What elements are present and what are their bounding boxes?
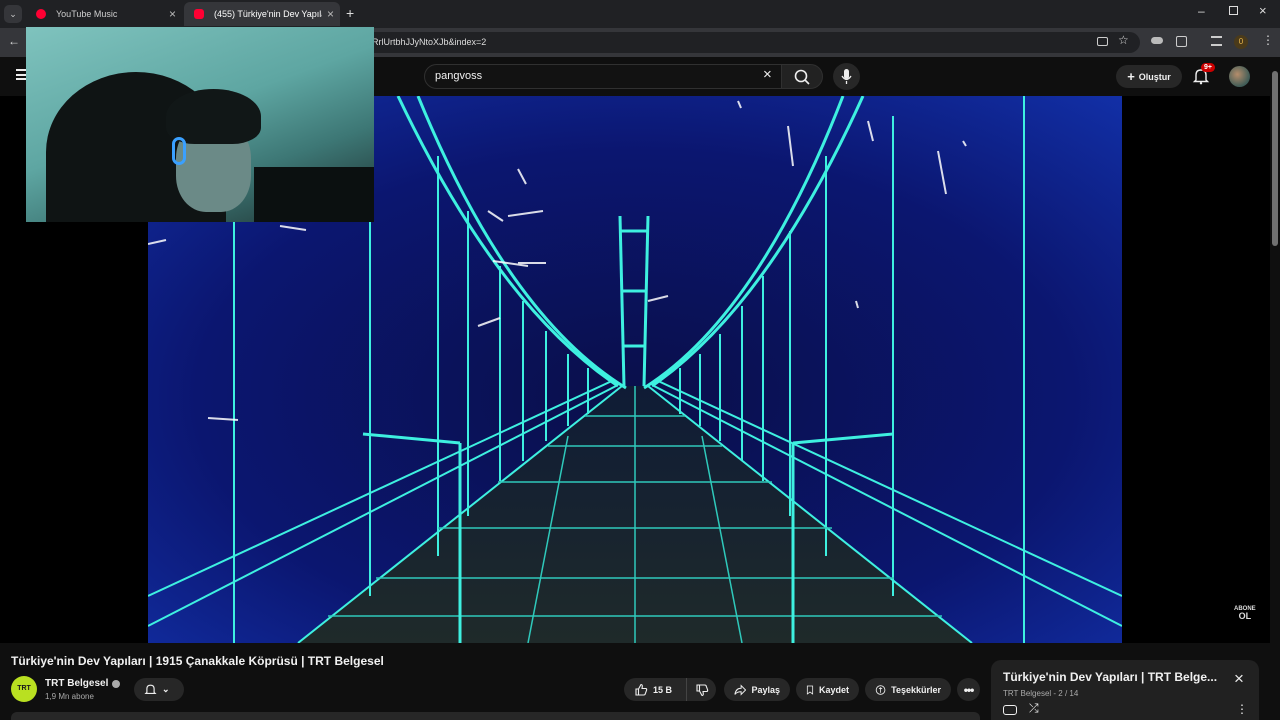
notifications-badge: 9+: [1201, 63, 1215, 72]
extensions-icon[interactable]: [1176, 36, 1187, 47]
thumbs-down-icon: [695, 683, 708, 696]
clear-search-icon[interactable]: ×: [763, 66, 772, 83]
channel-avatar[interactable]: TRT: [11, 676, 37, 702]
voice-search-button[interactable]: [833, 63, 860, 90]
super-thanks-icon: [875, 684, 886, 695]
watermark-line2: OL: [1238, 611, 1252, 621]
share-label: Paylaş: [751, 684, 780, 695]
loop-icon[interactable]: [1003, 705, 1017, 715]
bookmark-icon: [806, 685, 814, 695]
incognito-icon[interactable]: [1151, 37, 1163, 44]
thanks-label: Teşekkürler: [891, 684, 941, 695]
like-button[interactable]: 15 B: [624, 678, 686, 701]
webcam-hair: [166, 89, 261, 144]
search-input[interactable]: pangvoss: [424, 64, 782, 89]
dislike-button[interactable]: [686, 678, 716, 701]
create-label: Oluştur: [1138, 71, 1171, 82]
channel-name[interactable]: TRT Belgesel: [45, 678, 121, 689]
webcam-overlay: [26, 27, 374, 222]
video-title: Türkiye'nin Dev Yapıları | 1915 Çanakkal…: [11, 654, 384, 668]
playlist-menu-icon[interactable]: ⋮: [1236, 702, 1248, 716]
tab-title: (455) Türkiye'nin Dev Yapıları |: [214, 9, 322, 19]
channel-avatar-text: TRT: [17, 685, 31, 692]
close-icon[interactable]: ×: [327, 7, 334, 21]
save-button[interactable]: Kaydet: [796, 678, 859, 701]
more-actions-button[interactable]: •••: [957, 678, 980, 701]
avatar[interactable]: [1229, 66, 1250, 87]
playlist-panel: Türkiye'nin Dev Yapıları | TRT Belge... …: [991, 660, 1259, 720]
microphone-icon: [841, 69, 852, 84]
webcam-background-shelf: [254, 167, 374, 222]
chevron-down-icon: ⌄: [162, 684, 170, 694]
subscription-bell-button[interactable]: ⌄: [134, 678, 184, 701]
restore-button[interactable]: [1229, 6, 1238, 15]
shuffle-icon[interactable]: ⤮: [1029, 701, 1039, 716]
tab-list-button[interactable]: ⌄: [4, 5, 22, 23]
scroll-thumb[interactable]: [1272, 71, 1278, 246]
more-horizontal-icon: •••: [963, 682, 975, 697]
close-icon[interactable]: ×: [169, 7, 176, 21]
headset-light: [172, 137, 186, 165]
close-playlist-icon[interactable]: ×: [1234, 669, 1244, 689]
tab-youtube-music[interactable]: YouTube Music ×: [26, 2, 182, 26]
thanks-button[interactable]: Teşekkürler: [865, 678, 951, 701]
search-button[interactable]: [781, 64, 823, 89]
create-button[interactable]: + Oluştur: [1116, 65, 1182, 88]
install-app-icon[interactable]: [1097, 37, 1108, 46]
youtube-icon: [194, 9, 204, 19]
thumbs-up-icon: [635, 683, 648, 696]
description-box-edge: [11, 712, 980, 720]
address-bar[interactable]: RrlUrtbhJJyNtoXJb&index=2: [360, 32, 1140, 53]
media-control-icon[interactable]: [1211, 36, 1222, 46]
browser-tab-bar: ⌄ YouTube Music × (455) Türkiye'nin Dev …: [0, 0, 1280, 28]
search-value: pangvoss: [435, 70, 483, 82]
verified-icon: [112, 679, 121, 688]
minimize-button[interactable]: –: [1198, 4, 1205, 18]
channel-name-text: TRT Belgesel: [45, 678, 109, 689]
url-text: RrlUrtbhJJyNtoXJb&index=2: [372, 37, 487, 47]
share-button[interactable]: Paylaş: [724, 678, 790, 701]
back-button[interactable]: ←: [8, 34, 20, 48]
tab-title: YouTube Music: [56, 9, 118, 19]
search-icon: [794, 69, 810, 85]
notifications-button[interactable]: 9+: [1192, 63, 1215, 87]
new-tab-button[interactable]: +: [346, 5, 354, 21]
bell-icon: [144, 684, 157, 695]
close-window-button[interactable]: ×: [1259, 3, 1267, 18]
playlist-title[interactable]: Türkiye'nin Dev Yapıları | TRT Belge...: [1003, 670, 1217, 684]
browser-menu-icon[interactable]: ⋮: [1262, 33, 1274, 47]
plus-icon: +: [1127, 69, 1135, 84]
youtube-music-icon: [36, 9, 46, 19]
subscribe-watermark[interactable]: ABONE OL: [1234, 606, 1256, 621]
like-count: 15 B: [653, 684, 673, 695]
share-icon: [734, 683, 747, 696]
tab-video[interactable]: (455) Türkiye'nin Dev Yapıları | ×: [184, 2, 340, 26]
save-label: Kaydet: [818, 684, 849, 695]
bookmark-star-icon[interactable]: ☆: [1118, 33, 1129, 47]
playlist-subtitle: TRT Belgesel - 2 / 14: [1003, 689, 1079, 698]
extension-badge[interactable]: 0: [1234, 35, 1248, 49]
page-scrollbar[interactable]: [1270, 57, 1280, 720]
subscriber-count: 1,9 Mn abone: [45, 692, 94, 701]
